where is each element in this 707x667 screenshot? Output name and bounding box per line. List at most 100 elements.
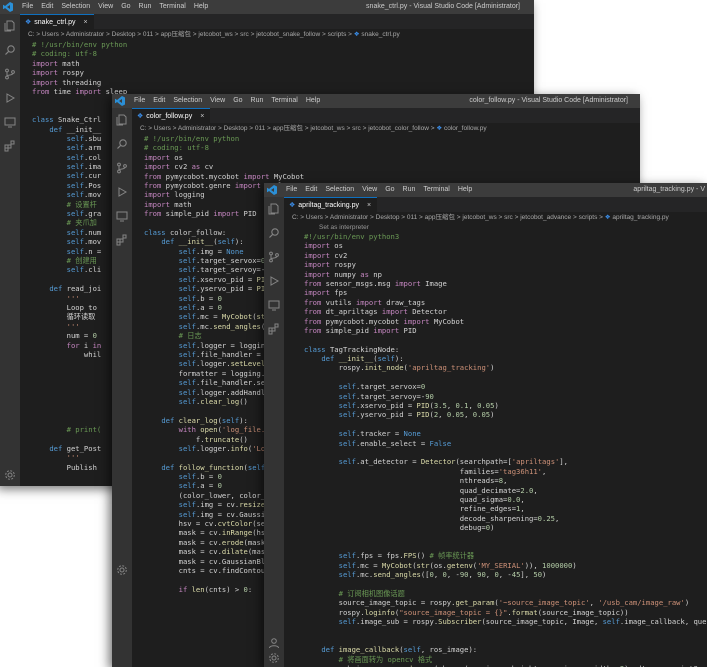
code-line[interactable]: # !/usr/bin/env python — [32, 40, 534, 49]
code-line[interactable]: def image_callback(self, ros_image): — [304, 645, 707, 654]
menu-terminal[interactable]: Terminal — [267, 94, 301, 108]
explorer-icon[interactable] — [268, 203, 280, 215]
code-line[interactable]: self.target_servox=0 — [304, 382, 707, 391]
search-icon[interactable] — [116, 138, 128, 150]
close-icon[interactable]: × — [367, 202, 371, 209]
code-line[interactable]: import cv2 as cv — [144, 162, 640, 171]
menu-edit[interactable]: Edit — [301, 183, 321, 197]
menu-help[interactable]: Help — [454, 183, 476, 197]
code-line[interactable]: #!/usr/bin/env python3 — [304, 232, 707, 241]
code-line[interactable]: ​ — [304, 626, 707, 635]
menu-selection[interactable]: Selection — [321, 183, 358, 197]
extensions-icon[interactable] — [116, 234, 128, 246]
menu-go[interactable]: Go — [229, 94, 246, 108]
code-line[interactable]: self.at_detector = Detector(searchpath=[… — [304, 457, 707, 466]
search-icon[interactable] — [268, 227, 280, 239]
menu-help[interactable]: Help — [302, 94, 324, 108]
code-line[interactable]: self.target_servoy=-90 — [304, 392, 707, 401]
code-line[interactable]: decode_sharpening=0.25, — [304, 514, 707, 523]
code-line[interactable]: ​ — [304, 579, 707, 588]
vscode-window-apriltag-tracking[interactable]: File Edit Selection View Go Run Terminal… — [264, 183, 707, 667]
explorer-icon[interactable] — [4, 20, 16, 32]
code-line[interactable]: rospy.init_node('apriltag_tracking') — [304, 363, 707, 372]
remote-explorer-icon[interactable] — [268, 299, 280, 311]
code-line[interactable]: quad_decimate=2.0, — [304, 486, 707, 495]
code-line[interactable]: nthreads=8, — [304, 476, 707, 485]
breadcrumb[interactable]: C: > Users > Administrator > Desktop > 0… — [132, 123, 640, 134]
tab-snake-ctrl[interactable]: ❖ snake_ctrl.py × — [20, 14, 94, 29]
menu-view[interactable]: View — [206, 94, 229, 108]
code-line[interactable]: self.enable_select = False — [304, 439, 707, 448]
code-line[interactable]: quad_sigma=0.0, — [304, 495, 707, 504]
code-line[interactable]: import rospy — [304, 260, 707, 269]
extensions-icon[interactable] — [268, 323, 280, 335]
code-line[interactable]: def __init__(self): — [304, 354, 707, 363]
account-icon[interactable] — [268, 637, 280, 649]
menu-view[interactable]: View — [94, 0, 117, 14]
menu-run[interactable]: Run — [399, 183, 420, 197]
settings-gear-icon[interactable] — [268, 649, 280, 663]
settings-gear-icon[interactable] — [116, 561, 128, 575]
code-line[interactable]: source_image_topic = rospy.get_param('~s… — [304, 598, 707, 607]
run-debug-icon[interactable] — [116, 186, 128, 198]
code-line[interactable]: self.yservo_pid = PID(2, 0.05, 0.05) — [304, 410, 707, 419]
menu-selection[interactable]: Selection — [169, 94, 206, 108]
menu-help[interactable]: Help — [190, 0, 212, 14]
search-icon[interactable] — [4, 44, 16, 56]
breadcrumb[interactable]: C: > Users > Administrator > Desktop > 0… — [284, 212, 707, 223]
code-line[interactable]: import os — [144, 153, 640, 162]
code-line[interactable]: from vutils import draw_tags — [304, 298, 707, 307]
code-line[interactable]: from pymycobot.mycobot import MyCobot — [304, 317, 707, 326]
code-line[interactable]: import rospy — [32, 68, 534, 77]
code-line[interactable]: ​ — [304, 542, 707, 551]
code-line[interactable]: # coding: utf-8 — [32, 49, 534, 58]
menu-go[interactable]: Go — [381, 183, 398, 197]
code-line[interactable]: # 订阅相机图像话题 — [304, 589, 707, 598]
tab-color-follow[interactable]: ❖ color_follow.py × — [132, 108, 211, 123]
code-line[interactable]: from pymycobot.mycobot import MyCobot — [144, 172, 640, 181]
remote-explorer-icon[interactable] — [116, 210, 128, 222]
code-line[interactable]: families='tag36h11', — [304, 467, 707, 476]
menu-go[interactable]: Go — [117, 0, 134, 14]
code-line[interactable]: self.mc = MyCobot(str(os.getenv('MY_SERI… — [304, 561, 707, 570]
code-line[interactable]: # 将画面转为 opencv 格式 — [304, 655, 707, 664]
menu-file[interactable]: File — [18, 0, 37, 14]
code-editor[interactable]: #!/usr/bin/env python3 import os import cv… — [304, 232, 707, 667]
code-line[interactable]: import threading — [32, 78, 534, 87]
menu-run[interactable]: Run — [135, 0, 156, 14]
menu-terminal[interactable]: Terminal — [155, 0, 189, 14]
code-line[interactable]: ​ — [304, 335, 707, 344]
code-line[interactable]: refine_edges=1, — [304, 504, 707, 513]
close-icon[interactable]: × — [200, 113, 204, 120]
code-line[interactable]: from sensor_msgs.msg import Image — [304, 279, 707, 288]
code-line[interactable]: ​ — [304, 533, 707, 542]
menu-run[interactable]: Run — [247, 94, 268, 108]
code-line[interactable]: self.xservo_pid = PID(3.5, 0.1, 0.05) — [304, 401, 707, 410]
code-line[interactable]: from dt_apriltags import Detector — [304, 307, 707, 316]
source-control-icon[interactable] — [4, 68, 16, 80]
menu-file[interactable]: File — [130, 94, 149, 108]
tab-apriltag-tracking[interactable]: ❖ apriltag_tracking.py × — [284, 197, 378, 212]
code-line[interactable]: self.fps = fps.FPS() # 帧率统计器 — [304, 551, 707, 560]
remote-explorer-icon[interactable] — [4, 116, 16, 128]
code-line[interactable]: ​ — [304, 373, 707, 382]
menu-terminal[interactable]: Terminal — [419, 183, 453, 197]
code-line[interactable]: debug=0) — [304, 523, 707, 532]
code-line[interactable]: ​ — [304, 448, 707, 457]
run-debug-icon[interactable] — [4, 92, 16, 104]
code-line[interactable]: from simple_pid import PID — [304, 326, 707, 335]
code-line[interactable]: ​ — [304, 636, 707, 645]
settings-gear-icon[interactable] — [4, 466, 16, 480]
menu-view[interactable]: View — [358, 183, 381, 197]
code-line[interactable]: # coding: utf-8 — [144, 143, 640, 152]
code-line[interactable]: import numpy as np — [304, 270, 707, 279]
code-line[interactable]: ​ — [304, 420, 707, 429]
code-line[interactable]: class TagTrackingNode: — [304, 345, 707, 354]
code-line[interactable]: # !/usr/bin/env python — [144, 134, 640, 143]
code-line[interactable]: self.image_sub = rospy.Subscriber(source… — [304, 617, 707, 626]
source-control-icon[interactable] — [268, 251, 280, 263]
menu-file[interactable]: File — [282, 183, 301, 197]
run-debug-icon[interactable] — [268, 275, 280, 287]
code-line[interactable]: rospy.loginfo("source_image_topic = {}".… — [304, 608, 707, 617]
set-interpreter-hint[interactable]: Set as interpreter — [319, 223, 369, 232]
